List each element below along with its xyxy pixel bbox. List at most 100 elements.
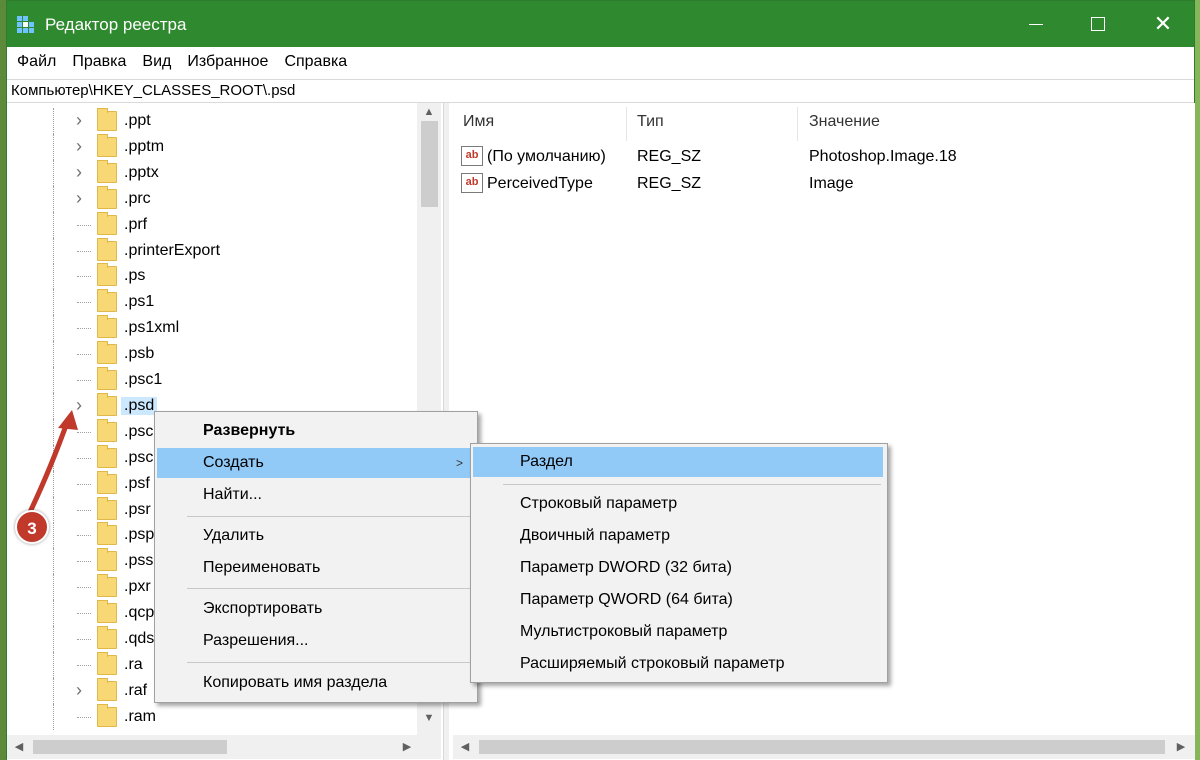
menu-view[interactable]: Вид (134, 53, 179, 71)
menu-item-new-key[interactable]: Раздел (473, 447, 883, 477)
menu-item-find[interactable]: Найти... (157, 480, 475, 510)
menu-item-copy-key-name[interactable]: Копировать имя раздела (157, 668, 475, 698)
menu-item-label: Разрешения... (203, 632, 309, 649)
tree-item[interactable]: .psc1 (7, 367, 415, 393)
chevron-right-icon[interactable]: › (73, 189, 85, 207)
tree-item-label: .printerExport (124, 242, 221, 259)
value-type: REG_SZ (637, 175, 702, 192)
tree-guide-line (53, 160, 54, 186)
column-header-data[interactable]: Значение (809, 113, 880, 131)
tree-guide-line (53, 497, 54, 523)
tree-item[interactable]: .printerExport (7, 238, 415, 264)
tree-connector-line (77, 432, 91, 433)
menu-edit[interactable]: Правка (64, 53, 134, 71)
menu-bar: Файл Правка Вид Избранное Справка (7, 47, 1194, 77)
tree-guide-line (53, 419, 54, 445)
tree-connector-line (77, 613, 91, 614)
menu-item-delete[interactable]: Удалить (157, 521, 475, 551)
column-separator[interactable] (626, 107, 627, 141)
scroll-right-icon[interactable]: ▶ (1169, 738, 1193, 756)
value-row[interactable]: ab PerceivedType REG_SZ Image (449, 171, 1189, 197)
folder-icon (97, 289, 117, 312)
column-header-name[interactable]: Имя (463, 113, 494, 131)
menu-item-label: Удалить (203, 527, 265, 544)
tree-item-label: .psc (124, 449, 154, 466)
menu-item-create[interactable]: Создать > (157, 448, 475, 478)
tree-guide-line (53, 522, 54, 548)
menu-help[interactable]: Справка (276, 53, 355, 71)
menu-item-new-dword[interactable]: Параметр DWORD (32 бита) (473, 553, 883, 583)
menu-separator (187, 516, 471, 517)
tree-item[interactable]: .ps1xml (7, 315, 415, 341)
tree-guide-line (53, 289, 54, 315)
tree-item[interactable]: .psb (7, 341, 415, 367)
menu-item-permissions[interactable]: Разрешения... (157, 626, 475, 656)
menu-item-label: Двоичный параметр (520, 527, 670, 544)
tree-connector-line (77, 510, 91, 511)
tree-item[interactable]: › .ppt (7, 108, 415, 134)
menu-item-label: Строковый параметр (520, 495, 678, 512)
tree-scroll-thumb[interactable] (421, 121, 438, 207)
chevron-right-icon[interactable]: › (73, 396, 85, 414)
tree-item-label: .ps1 (124, 293, 155, 310)
menu-item-new-binary[interactable]: Двоичный параметр (473, 521, 883, 551)
close-button[interactable]: ✕ (1133, 1, 1193, 47)
value-data: Photoshop.Image.18 (809, 148, 957, 165)
folder-icon (97, 315, 117, 338)
chevron-right-icon[interactable]: › (73, 111, 85, 129)
value-name: PerceivedType (487, 175, 593, 192)
tree-item-label: .qds (124, 630, 155, 647)
folder-icon (97, 134, 117, 157)
menu-item-rename[interactable]: Переименовать (157, 553, 475, 583)
context-menu: Развернуть Создать > Найти... Удалить Пе… (154, 411, 478, 703)
maximize-icon (1091, 17, 1105, 31)
tree-item[interactable]: › .pptx (7, 160, 415, 186)
menu-item-new-qword[interactable]: Параметр QWORD (64 бита) (473, 585, 883, 615)
tree-connector-line (77, 302, 91, 303)
tree-item[interactable]: .prf (7, 212, 415, 238)
menu-item-new-multistring[interactable]: Мультистроковый параметр (473, 617, 883, 647)
chevron-right-icon[interactable]: › (73, 163, 85, 181)
value-name: (По умолчанию) (487, 148, 606, 165)
tree-item-label: .ra (124, 656, 143, 673)
tree-guide-line (53, 238, 54, 264)
folder-icon (97, 341, 117, 364)
minimize-icon (1029, 23, 1043, 25)
chevron-right-icon[interactable]: › (73, 137, 85, 155)
scroll-left-icon[interactable]: ◀ (7, 738, 31, 756)
menu-item-new-string[interactable]: Строковый параметр (473, 489, 883, 519)
address-bar[interactable]: Компьютер\HKEY_CLASSES_ROOT\.psd (7, 79, 1194, 103)
menu-item-export[interactable]: Экспортировать (157, 594, 475, 624)
tree-guide-line (53, 678, 54, 704)
menu-item-label: Экспортировать (203, 600, 323, 617)
chevron-right-icon[interactable]: › (73, 681, 85, 699)
tree-horizontal-scrollbar[interactable]: ◀ ▶ (7, 735, 441, 759)
create-submenu: Раздел Строковый параметр Двоичный парам… (470, 443, 888, 683)
maximize-button[interactable] (1068, 1, 1128, 47)
scroll-up-icon[interactable]: ▲ (417, 103, 441, 121)
folder-icon (97, 471, 117, 494)
menu-file[interactable]: Файл (9, 53, 64, 71)
column-header-type[interactable]: Тип (637, 113, 664, 131)
menu-item-expand[interactable]: Развернуть (157, 416, 475, 446)
value-row[interactable]: ab (По умолчанию) REG_SZ Photoshop.Image… (449, 144, 1189, 170)
menu-favorites[interactable]: Избранное (179, 53, 276, 71)
tree-item[interactable]: .ps (7, 263, 415, 289)
tree-item[interactable]: .ram (7, 704, 415, 730)
tree-item[interactable]: › .prc (7, 186, 415, 212)
tree-item[interactable]: .ps1 (7, 289, 415, 315)
scroll-left-icon[interactable]: ◀ (453, 738, 477, 756)
scroll-right-icon[interactable]: ▶ (395, 738, 419, 756)
tree-connector-line (77, 458, 91, 459)
list-horizontal-scrollbar[interactable]: ◀ ▶ (453, 735, 1195, 759)
column-separator[interactable] (797, 107, 798, 141)
scroll-down-icon[interactable]: ▼ (417, 709, 441, 727)
title-bar[interactable]: Редактор реестра ✕ (7, 1, 1194, 47)
list-hscroll-thumb[interactable] (479, 740, 1165, 754)
menu-item-new-expandable-string[interactable]: Расширяемый строковый параметр (473, 649, 883, 679)
minimize-button[interactable] (1006, 1, 1066, 47)
tree-item[interactable]: › .pptm (7, 134, 415, 160)
tree-hscroll-thumb[interactable] (33, 740, 227, 754)
tree-item-label: .ps (124, 267, 146, 284)
tree-guide-line (53, 704, 54, 730)
